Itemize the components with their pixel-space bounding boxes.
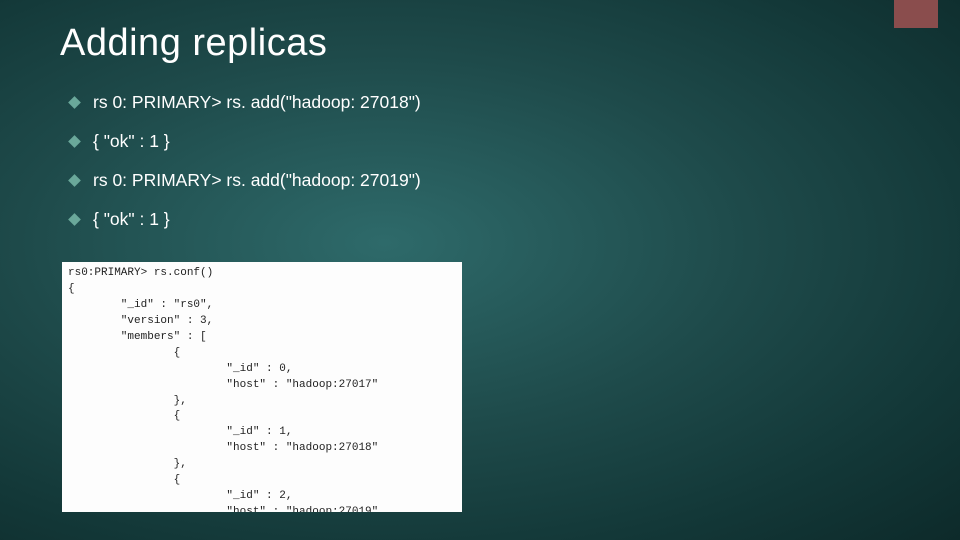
bullet-text: rs 0: PRIMARY> rs. add("hadoop: 27018") xyxy=(93,92,421,113)
list-item: rs 0: PRIMARY> rs. add("hadoop: 27018") xyxy=(70,92,421,113)
bullet-text: { "ok" : 1 } xyxy=(93,209,170,230)
accent-bar xyxy=(894,0,938,28)
diamond-icon xyxy=(68,213,81,226)
bullet-list: rs 0: PRIMARY> rs. add("hadoop: 27018") … xyxy=(70,92,421,248)
bullet-text: { "ok" : 1 } xyxy=(93,131,170,152)
diamond-icon xyxy=(68,135,81,148)
bullet-text: rs 0: PRIMARY> rs. add("hadoop: 27019") xyxy=(93,170,421,191)
diamond-icon xyxy=(68,174,81,187)
diamond-icon xyxy=(68,96,81,109)
list-item: { "ok" : 1 } xyxy=(70,131,421,152)
list-item: rs 0: PRIMARY> rs. add("hadoop: 27019") xyxy=(70,170,421,191)
code-snippet: rs0:PRIMARY> rs.conf() { "_id" : "rs0", … xyxy=(62,262,462,512)
list-item: { "ok" : 1 } xyxy=(70,209,421,230)
slide-title: Adding replicas xyxy=(60,22,327,65)
